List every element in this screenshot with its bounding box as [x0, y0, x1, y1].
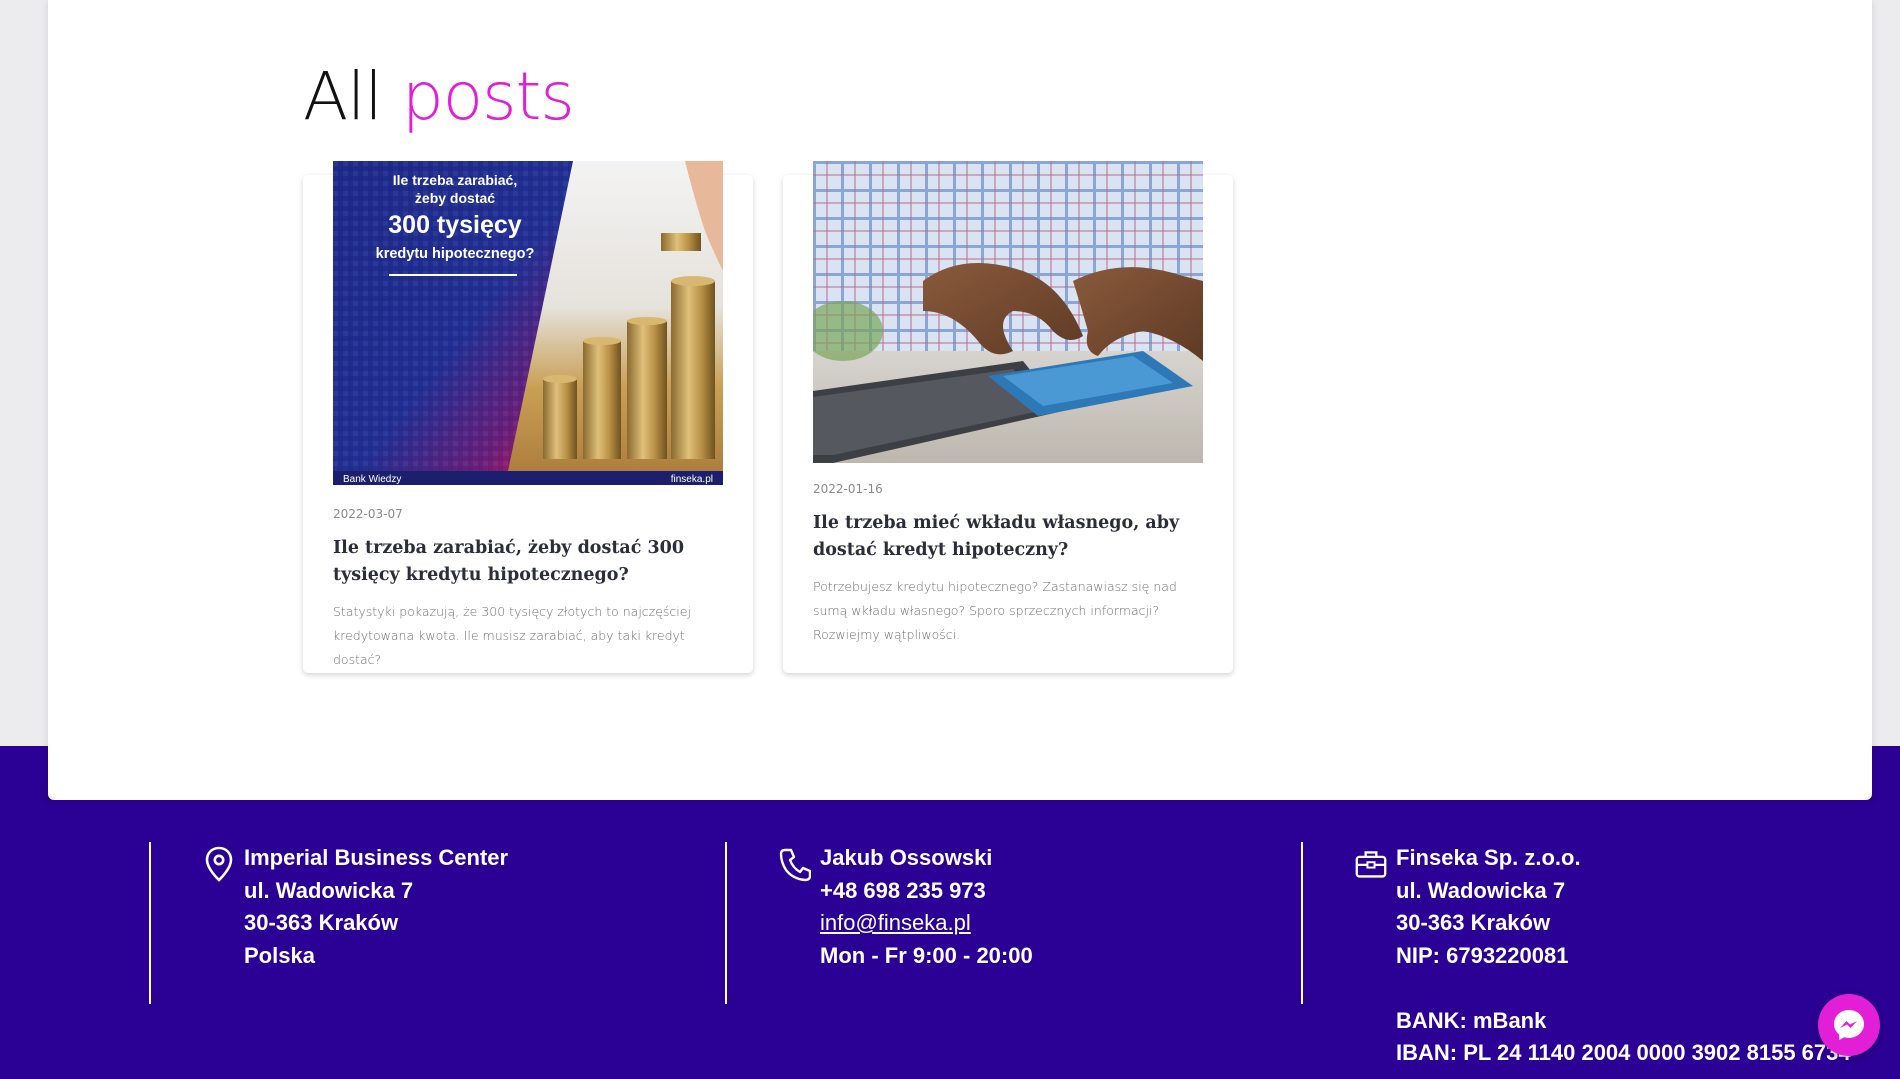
image-text-line1: Ile trzeba zarabiać,: [393, 172, 518, 188]
post-excerpt: Statystyki pokazują, że 300 tysięcy złot…: [333, 604, 691, 667]
phone-icon: [779, 848, 811, 882]
location-pin-icon: [205, 846, 233, 882]
post-card[interactable]: 2022-01-16 Ile trzeba mieć wkładu własne…: [783, 161, 1233, 673]
footer-address-line4: Polska: [244, 942, 315, 968]
post-excerpt: Potrzebujesz kredytu hipotecznego? Zasta…: [813, 579, 1177, 642]
footer-contact-name: Jakub Ossowski: [820, 845, 993, 870]
post-thumbnail-image: Ile trzeba zarabiać, żeby dostać 300 tys…: [333, 161, 723, 485]
post-thumbnail[interactable]: Ile trzeba zarabiać, żeby dostać 300 tys…: [333, 161, 723, 485]
image-text-line2: żeby dostać: [415, 190, 495, 206]
main-content: All posts Ile trzeba zarabiać, żeby dost…: [48, 0, 1872, 800]
footer-contact-hours: Mon - Fr 9:00 - 20:00: [820, 942, 1033, 968]
footer-address-line3: 30-363 Kraków: [244, 910, 399, 935]
footer-email-link[interactable]: info@finseka.pl: [820, 910, 971, 935]
post-title[interactable]: Ile trzeba zarabiać, żeby dostać 300 tys…: [333, 535, 728, 589]
briefcase-icon: [1355, 851, 1387, 878]
post-thumbnail[interactable]: [813, 161, 1203, 463]
image-footer-right: finseka.pl: [671, 474, 713, 485]
footer-address-column: Imperial Business Center ul. Wadowicka 7…: [149, 842, 711, 1004]
footer-address-line2: ul. Wadowicka 7: [244, 877, 414, 903]
footer-company-bank: BANK: mBank: [1396, 1007, 1547, 1033]
page-title-accent: posts: [401, 58, 575, 135]
footer-company-city: 30-363 Kraków: [1396, 910, 1551, 935]
footer-company-column: Finseka Sp. z.o.o. ul. Wadowicka 7 30-36…: [1301, 842, 1863, 1065]
footer-contact-column: Jakub Ossowski +48 698 235 973 info@fins…: [725, 842, 1287, 1004]
page-title: All posts: [303, 52, 575, 142]
post-card[interactable]: Ile trzeba zarabiać, żeby dostać 300 tys…: [303, 161, 753, 673]
page-title-main: All: [303, 58, 383, 135]
footer-company-name: Finseka Sp. z.o.o.: [1396, 845, 1581, 870]
footer-company-street: ul. Wadowicka 7: [1396, 877, 1566, 903]
messenger-chat-button[interactable]: [1818, 994, 1880, 1056]
post-title[interactable]: Ile trzeba mieć wkładu własnego, aby dos…: [813, 510, 1208, 564]
post-date: 2022-03-07: [333, 507, 403, 521]
image-text-line3: 300 tysięcy: [388, 211, 522, 239]
footer-company-iban: IBAN: PL 24 1140 2004 0000 3902 8155 673…: [1396, 1040, 1851, 1065]
footer-company-nip: NIP: 6793220081: [1396, 942, 1569, 968]
post-thumbnail-image: [813, 161, 1203, 463]
post-date: 2022-01-16: [813, 482, 883, 496]
image-text-line4: kredytu hipotecznego?: [376, 246, 535, 262]
footer-contact-phone[interactable]: +48 698 235 973: [820, 875, 1033, 908]
image-footer-left: Bank Wiedzy: [343, 474, 401, 485]
messenger-icon: [1834, 1010, 1864, 1040]
footer-address-line1: Imperial Business Center: [244, 845, 509, 870]
